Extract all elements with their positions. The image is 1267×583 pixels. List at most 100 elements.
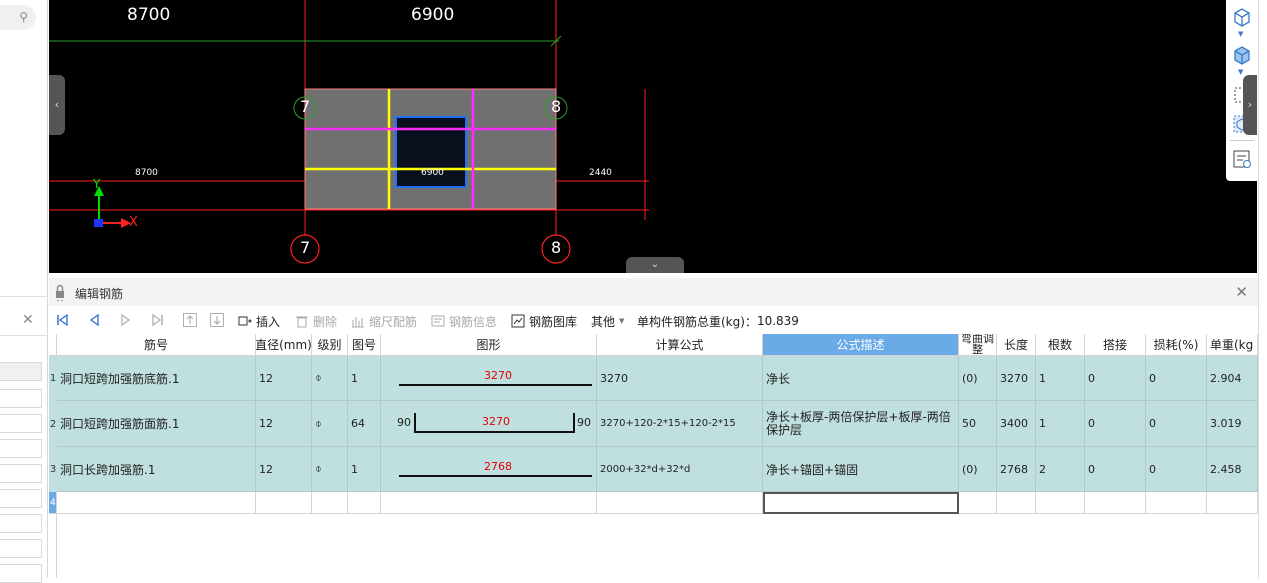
cell-grade[interactable]: ⌽: [312, 356, 348, 401]
cell-unit-weight[interactable]: 2.904: [1207, 356, 1258, 401]
cell-shape[interactable]: 3270: [381, 356, 597, 401]
property-field[interactable]: [0, 514, 42, 533]
solid-view-icon[interactable]: [1231, 44, 1253, 66]
cell-lap[interactable]: 0: [1085, 356, 1146, 401]
cell-count[interactable]: 1: [1036, 356, 1085, 401]
lock-icon[interactable]: [55, 283, 65, 303]
row-number: 2: [49, 418, 57, 430]
header-diameter[interactable]: 直径(mm): [256, 334, 312, 356]
cell-loss[interactable]: 0: [1146, 356, 1207, 401]
cell-diameter[interactable]: 12: [256, 447, 312, 492]
header-formula-desc[interactable]: 公式描述: [763, 334, 959, 356]
property-field[interactable]: [0, 464, 42, 483]
other-menu[interactable]: 其他 ▼: [591, 312, 624, 330]
rebar-edit-panel: 编辑钢筋 ✕ 插入 删除 缩尺配筋 钢筋信息 钢筋图库 其他 ▼ 单构件钢筋总重…: [49, 278, 1258, 578]
header-formula[interactable]: 计算公式: [597, 334, 763, 356]
cell-shape-no[interactable]: 1: [348, 356, 381, 401]
header-grade[interactable]: 级别: [312, 334, 348, 356]
cell-length[interactable]: 3400: [997, 401, 1036, 447]
cell-loss[interactable]: 0: [1146, 401, 1207, 447]
close-icon[interactable]: ✕: [1235, 283, 1248, 301]
cell-loss[interactable]: 0: [1146, 447, 1207, 492]
search-box[interactable]: ⚲: [0, 5, 36, 30]
delete-button[interactable]: 删除: [295, 312, 337, 330]
property-field[interactable]: [0, 389, 42, 408]
cell-formula-desc[interactable]: 净长+板厚-两倍保护层+板厚-两倍保护层: [763, 401, 959, 447]
properties-view-icon[interactable]: [1231, 148, 1253, 170]
property-field[interactable]: [0, 564, 42, 583]
cell-length[interactable]: 2768: [997, 447, 1036, 492]
cell-formula[interactable]: 2000+32*d+32*d: [597, 447, 763, 492]
table-row[interactable]: 3 洞口长跨加强筋.1 12 ⌽ 1 2768 2000+32*d+32*d 净…: [49, 447, 1258, 492]
cell-diameter[interactable]: 12: [256, 401, 312, 447]
cell-shape[interactable]: 90 3270 90: [381, 401, 597, 447]
cell-count[interactable]: 1: [1036, 401, 1085, 447]
cell-shape-no[interactable]: 1: [348, 447, 381, 492]
cell-count[interactable]: 2: [1036, 447, 1085, 492]
cell-name[interactable]: 洞口长跨加强筋.1: [57, 447, 256, 492]
scale-rebar-button[interactable]: 缩尺配筋: [351, 312, 417, 330]
dropdown-icon[interactable]: ▼: [1238, 30, 1243, 38]
rebar-library-button[interactable]: 钢筋图库: [511, 312, 577, 330]
selected-cell[interactable]: [763, 492, 959, 514]
property-field[interactable]: [0, 439, 42, 458]
close-icon[interactable]: ✕: [22, 312, 34, 328]
cell-grade[interactable]: ⌽: [312, 401, 348, 447]
header-lap[interactable]: 搭接: [1085, 334, 1146, 356]
property-field[interactable]: [0, 362, 42, 381]
cell-formula-desc[interactable]: 净长: [763, 356, 959, 401]
search-icon[interactable]: ⚲: [19, 10, 28, 24]
property-field[interactable]: [0, 414, 42, 433]
dropdown-icon[interactable]: ▼: [1238, 68, 1243, 76]
header-shape-no[interactable]: 图号: [348, 334, 381, 356]
cell-length[interactable]: 3270: [997, 356, 1036, 401]
cell-bend-adjust[interactable]: 50: [959, 401, 997, 447]
next-record-icon[interactable]: [117, 312, 133, 328]
property-field[interactable]: [0, 489, 42, 508]
collapse-right-handle[interactable]: ›: [1243, 75, 1257, 135]
collapse-bottom-handle[interactable]: ⌄: [626, 257, 684, 273]
header-count[interactable]: 根数: [1036, 334, 1085, 356]
header-length[interactable]: 长度: [997, 334, 1036, 356]
shape-length: 2768: [484, 460, 512, 473]
property-field[interactable]: [0, 539, 42, 558]
header-loss[interactable]: 损耗(%): [1146, 334, 1207, 356]
header-bend-adjust[interactable]: 弯曲调整: [959, 334, 997, 356]
cell-shape[interactable]: 2768: [381, 447, 597, 492]
x-axis-label: X: [129, 215, 138, 230]
cell-formula[interactable]: 3270: [597, 356, 763, 401]
cell-name[interactable]: 洞口短跨加强筋面筋.1: [57, 401, 256, 447]
rebar-info-button[interactable]: 钢筋信息: [431, 312, 497, 330]
cell-bend-adjust[interactable]: (0): [959, 356, 997, 401]
cell-lap[interactable]: 0: [1085, 447, 1146, 492]
total-weight-value: 10.839: [756, 314, 799, 328]
table-row-empty[interactable]: 4: [49, 492, 1258, 514]
row-number: 4: [49, 492, 57, 514]
last-record-icon[interactable]: [149, 312, 165, 328]
cell-name[interactable]: 洞口短跨加强筋底筋.1: [57, 356, 256, 401]
cell-lap[interactable]: 0: [1085, 401, 1146, 447]
cell-shape-no[interactable]: 64: [348, 401, 381, 447]
cell-formula[interactable]: 3270+120-2*15+120-2*15: [597, 401, 763, 447]
cad-viewport[interactable]: 8700 6900 8700 6900 2440 7 8 7 8 Y X: [49, 0, 1257, 273]
axis-label-8-bottom: 8: [551, 238, 562, 257]
move-up-icon[interactable]: [182, 312, 198, 328]
header-shape[interactable]: 图形: [381, 334, 597, 356]
header-name[interactable]: 筋号: [57, 334, 256, 356]
3d-view-icon[interactable]: [1231, 6, 1253, 28]
table-row[interactable]: 2 洞口短跨加强筋面筋.1 12 ⌽ 64 90 3270 90 3270+12…: [49, 401, 1258, 447]
previous-record-icon[interactable]: [87, 312, 103, 328]
move-down-icon[interactable]: [209, 312, 225, 328]
first-record-icon[interactable]: [55, 312, 71, 328]
cell-bend-adjust[interactable]: (0): [959, 447, 997, 492]
rebar-u-shape: [414, 413, 575, 433]
cell-grade[interactable]: ⌽: [312, 447, 348, 492]
cell-formula-desc[interactable]: 净长+锚固+锚固: [763, 447, 959, 492]
collapse-left-handle[interactable]: ‹: [49, 75, 65, 135]
cell-unit-weight[interactable]: 3.019: [1207, 401, 1258, 447]
cell-diameter[interactable]: 12: [256, 356, 312, 401]
insert-button[interactable]: 插入: [238, 312, 280, 330]
cell-unit-weight[interactable]: 2.458: [1207, 447, 1258, 492]
header-unit-weight[interactable]: 单重(kg: [1207, 334, 1258, 356]
table-row[interactable]: 1 洞口短跨加强筋底筋.1 12 ⌽ 1 3270 3270 净长 (0) 32…: [49, 356, 1258, 401]
